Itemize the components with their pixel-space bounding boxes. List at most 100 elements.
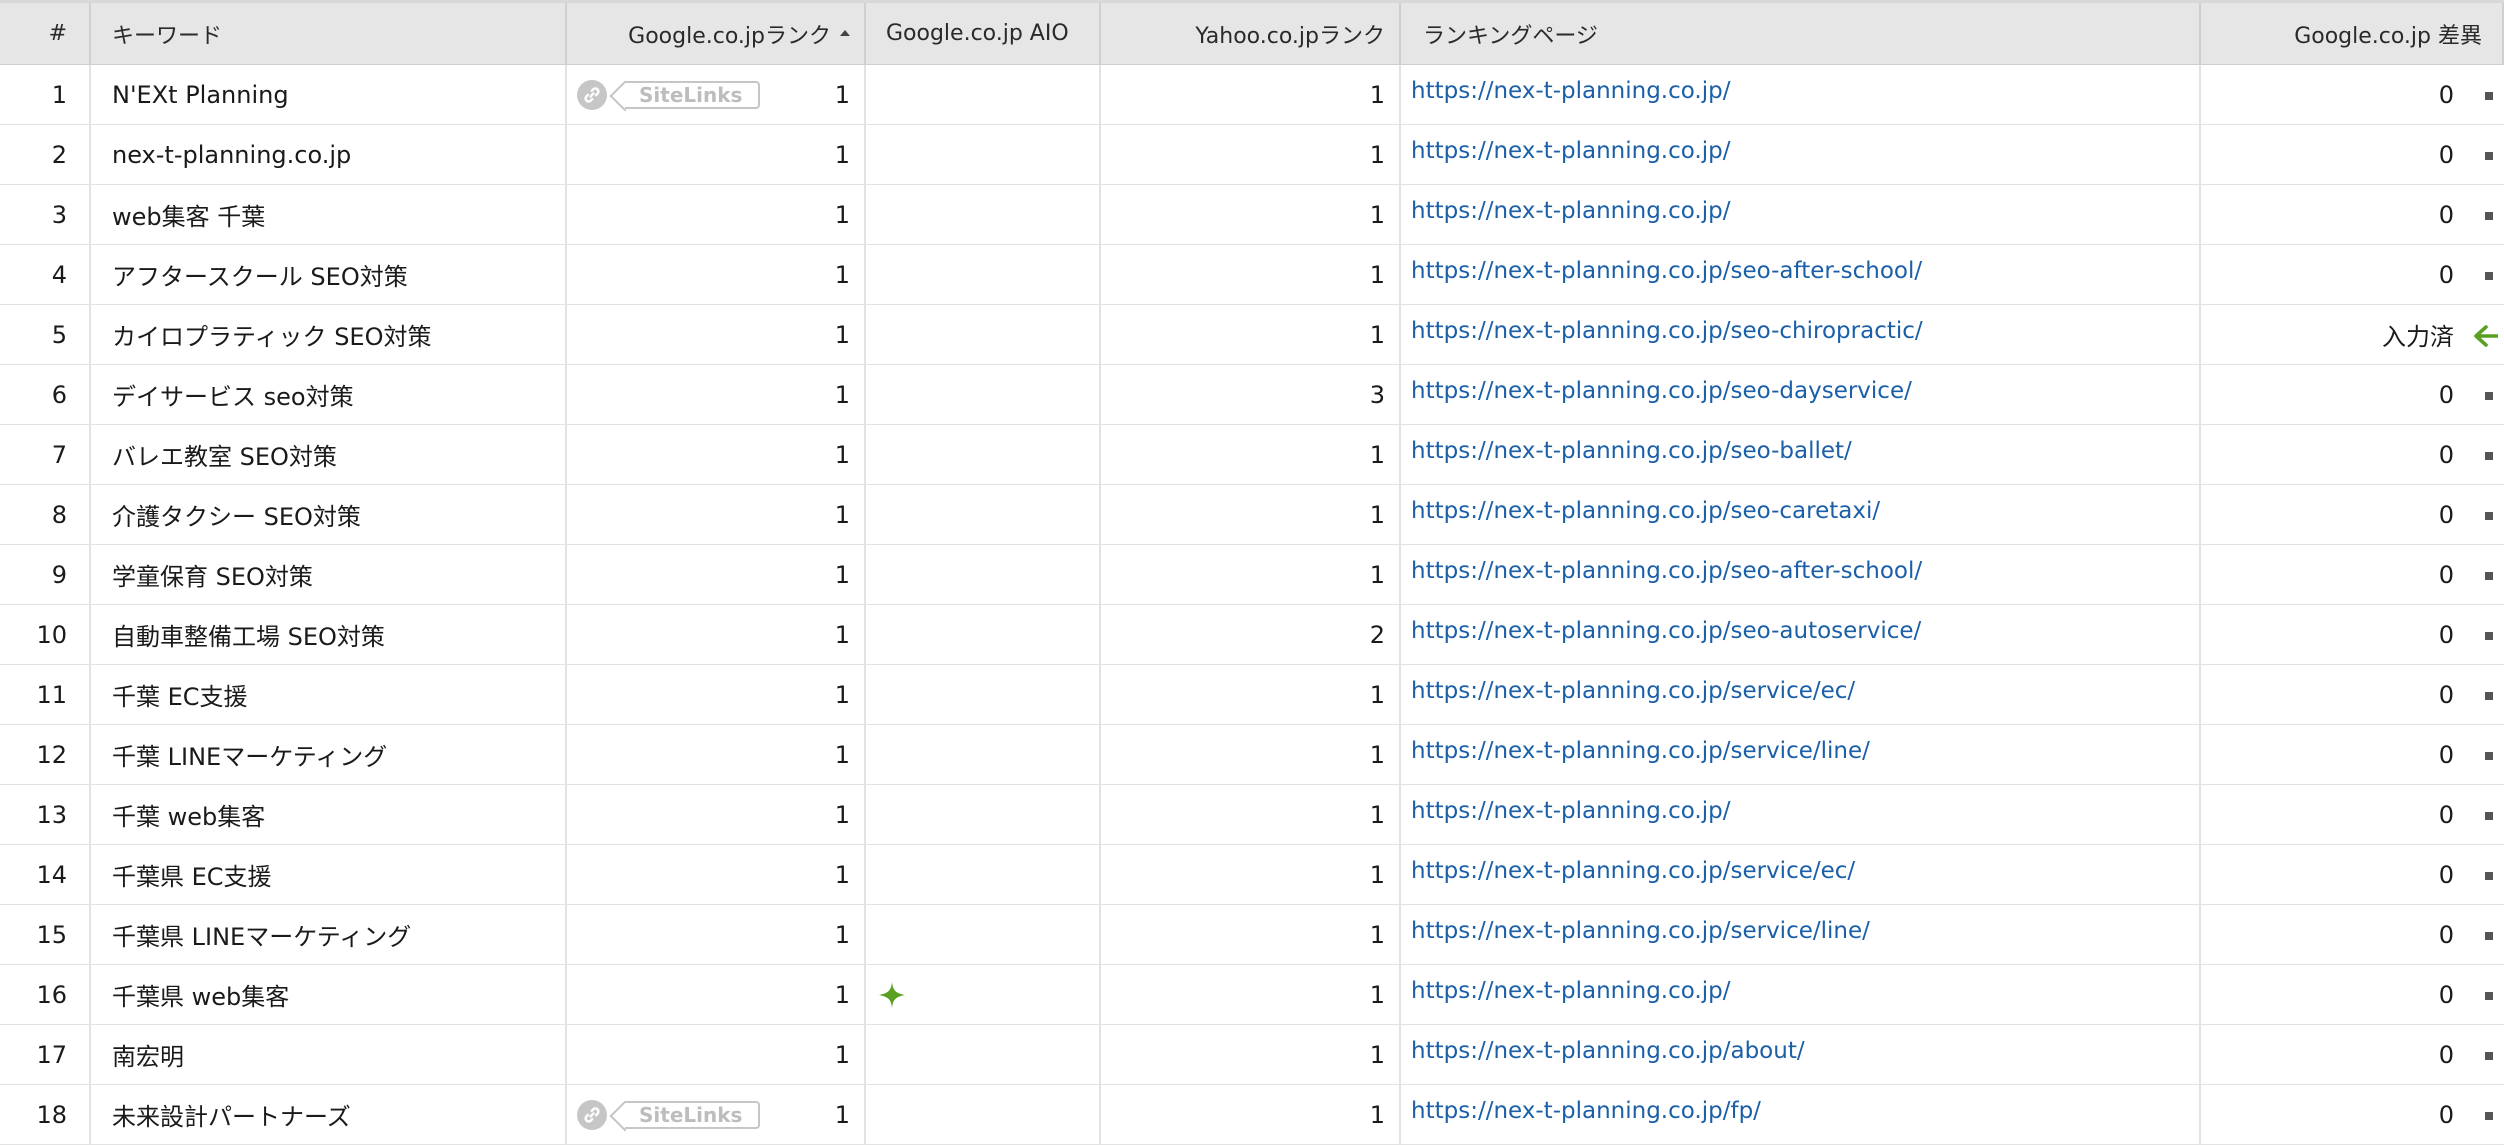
google-diff-cell: 0: [2201, 185, 2504, 244]
keyword-cell: デイサービス seo対策: [91, 365, 567, 424]
google-diff-cell: 0: [2201, 65, 2504, 124]
table-row[interactable]: 4 アフタースクール SEO対策 1 1 https://nex-t-planning.…: [0, 245, 2504, 305]
google-diff-cell: 0: [2201, 485, 2504, 544]
table-row[interactable]: 6 デイサービス seo対策 1 3 https://nex-t-planning.co…: [0, 365, 2504, 425]
row-number: 4: [0, 245, 91, 304]
ranking-page-cell: https://nex-t-planning.co.jp/: [1401, 125, 2201, 184]
ranking-page-link[interactable]: https://nex-t-planning.co.jp/seo-after-s…: [1411, 558, 1922, 584]
link-icon: [584, 1106, 600, 1123]
sort-ascending-icon: [840, 29, 850, 36]
ranking-page-link[interactable]: https://nex-t-planning.co.jp/: [1411, 138, 1730, 164]
table-row[interactable]: 15 千葉県 LINEマーケティング 1 1 https://nex-t-plannin…: [0, 905, 2504, 965]
table-row[interactable]: 7 バレエ教室 SEO対策 1 1 https://nex-t-planning.co.…: [0, 425, 2504, 485]
row-number: 8: [0, 485, 91, 544]
column-header-google-rank[interactable]: Google.co.jpランク: [567, 3, 866, 64]
row-number: 10: [0, 605, 91, 664]
table-row[interactable]: 14 千葉県 EC支援 1 1 https://nex-t-planning.co.jp…: [0, 845, 2504, 905]
ranking-page-cell: https://nex-t-planning.co.jp/seo-autoser…: [1401, 605, 2201, 664]
ranking-page-link[interactable]: https://nex-t-planning.co.jp/service/lin…: [1411, 918, 1870, 944]
ranking-page-link[interactable]: https://nex-t-planning.co.jp/seo-caretax…: [1411, 498, 1880, 524]
link-icon: [584, 86, 600, 103]
google-aio-cell: [866, 245, 1101, 304]
table-row[interactable]: 12 千葉 LINEマーケティング 1 1 https://nex-t-planning…: [0, 725, 2504, 785]
ranking-page-cell: https://nex-t-planning.co.jp/about/: [1401, 1025, 2201, 1084]
yahoo-rank-cell: 1: [1101, 785, 1401, 844]
yahoo-rank-cell: 1: [1101, 665, 1401, 724]
ranking-page-link[interactable]: https://nex-t-planning.co.jp/service/lin…: [1411, 738, 1870, 764]
ranking-page-cell: https://nex-t-planning.co.jp/seo-chiropr…: [1401, 305, 2201, 364]
google-rank-cell: 1: [567, 845, 866, 904]
table-row[interactable]: 18 未来設計パートナーズ SiteLinks 1 1 https://nex-t-pla…: [0, 1085, 2504, 1145]
table-row[interactable]: 13 千葉 web集客 1 1 https://nex-t-planning.co.jp…: [0, 785, 2504, 845]
ranking-page-cell: https://nex-t-planning.co.jp/: [1401, 65, 2201, 124]
column-header-number[interactable]: #: [0, 3, 91, 64]
table-row[interactable]: 1 N'EXt Planning SiteLinks 1 1 https://nex-t-…: [0, 65, 2504, 125]
ranking-page-link[interactable]: https://nex-t-planning.co.jp/seo-after-s…: [1411, 258, 1922, 284]
square-dot-icon: [2485, 152, 2493, 160]
column-header-google-diff[interactable]: Google.co.jp 差異: [2201, 3, 2504, 64]
table-row[interactable]: 3 web集客 千葉 1 1 https://nex-t-planning.co.jp/…: [0, 185, 2504, 245]
yahoo-rank-cell: 1: [1101, 65, 1401, 124]
row-number: 2: [0, 125, 91, 184]
table-row[interactable]: 17 南宏明 1 1 https://nex-t-planning.co.jp/abou…: [0, 1025, 2504, 1085]
ranking-page-link[interactable]: https://nex-t-planning.co.jp/seo-ballet/: [1411, 438, 1852, 464]
table-row[interactable]: 5 カイロプラティック SEO対策 1 1 https://nex-t-planning…: [0, 305, 2504, 365]
google-aio-cell: [866, 365, 1101, 424]
square-dot-icon: [2485, 512, 2493, 520]
row-number: 11: [0, 665, 91, 724]
ranking-page-link[interactable]: https://nex-t-planning.co.jp/service/ec/: [1411, 678, 1855, 704]
ranking-page-link[interactable]: https://nex-t-planning.co.jp/about/: [1411, 1038, 1805, 1064]
table-row[interactable]: 9 学童保育 SEO対策 1 1 https://nex-t-planning.co.j…: [0, 545, 2504, 605]
google-aio-cell: [866, 845, 1101, 904]
column-header-keyword[interactable]: キーワード: [91, 3, 567, 64]
google-rank-cell: 1: [567, 965, 866, 1024]
ranking-page-link[interactable]: https://nex-t-planning.co.jp/fp/: [1411, 1098, 1761, 1124]
ranking-page-link[interactable]: https://nex-t-planning.co.jp/: [1411, 198, 1730, 224]
column-header-ranking-page[interactable]: ランキングページ: [1401, 3, 2201, 64]
google-aio-cell: [866, 1085, 1101, 1144]
ranking-page-link[interactable]: https://nex-t-planning.co.jp/: [1411, 798, 1730, 824]
table-row[interactable]: 11 千葉 EC支援 1 1 https://nex-t-planning.co.jp/…: [0, 665, 2504, 725]
google-diff-cell: 0: [2201, 965, 2504, 1024]
ranking-page-link[interactable]: https://nex-t-planning.co.jp/service/ec/: [1411, 858, 1855, 884]
table-row[interactable]: 10 自動車整備工場 SEO対策 1 2 https://nex-t-planning.…: [0, 605, 2504, 665]
column-header-yahoo-rank[interactable]: Yahoo.co.jpランク: [1101, 3, 1401, 64]
row-number: 18: [0, 1085, 91, 1144]
ranking-page-cell: https://nex-t-planning.co.jp/seo-after-s…: [1401, 245, 2201, 304]
ranking-page-link[interactable]: https://nex-t-planning.co.jp/seo-dayserv…: [1411, 378, 1912, 404]
ranking-page-link[interactable]: https://nex-t-planning.co.jp/: [1411, 78, 1730, 104]
ranking-page-link[interactable]: https://nex-t-planning.co.jp/seo-chiropr…: [1411, 318, 1923, 344]
ranking-page-link[interactable]: https://nex-t-planning.co.jp/seo-autoser…: [1411, 618, 1921, 644]
yahoo-rank-cell: 1: [1101, 185, 1401, 244]
row-number: 14: [0, 845, 91, 904]
yahoo-rank-cell: 1: [1101, 725, 1401, 784]
google-diff-cell: 0: [2201, 665, 2504, 724]
yahoo-rank-cell: 1: [1101, 965, 1401, 1024]
square-dot-icon: [2485, 632, 2493, 640]
google-diff-cell: 0: [2201, 605, 2504, 664]
google-diff-cell: 0: [2201, 365, 2504, 424]
column-header-google-aio[interactable]: Google.co.jp AIO: [866, 3, 1101, 64]
google-rank-cell: 1: [567, 665, 866, 724]
ranking-page-cell: https://nex-t-planning.co.jp/seo-after-s…: [1401, 545, 2201, 604]
table-row[interactable]: 16 千葉県 web集客 1 1 https://nex-t-planning.co.j…: [0, 965, 2504, 1025]
yahoo-rank-cell: 1: [1101, 125, 1401, 184]
row-number: 7: [0, 425, 91, 484]
ranking-page-cell: https://nex-t-planning.co.jp/service/ec/: [1401, 845, 2201, 904]
yahoo-rank-cell: 1: [1101, 245, 1401, 304]
keyword-cell: 千葉 web集客: [91, 785, 567, 844]
table-row[interactable]: 8 介護タクシー SEO対策 1 1 https://nex-t-planning.co…: [0, 485, 2504, 545]
sitelinks-badge[interactable]: SiteLinks: [577, 79, 761, 110]
table-row[interactable]: 2 nex-t-planning.co.jp 1 1 https://nex-t-pla…: [0, 125, 2504, 185]
ranking-page-link[interactable]: https://nex-t-planning.co.jp/: [1411, 978, 1730, 1004]
ranking-page-cell: https://nex-t-planning.co.jp/: [1401, 185, 2201, 244]
google-rank-cell: 1: [567, 1025, 866, 1084]
row-number: 12: [0, 725, 91, 784]
square-dot-icon: [2485, 752, 2493, 760]
google-aio-cell: [866, 425, 1101, 484]
sitelinks-badge[interactable]: SiteLinks: [577, 1099, 761, 1130]
google-aio-cell: [866, 605, 1101, 664]
google-rank-cell: SiteLinks 1: [567, 1085, 866, 1144]
square-dot-icon: [2485, 692, 2493, 700]
google-aio-cell: [866, 185, 1101, 244]
